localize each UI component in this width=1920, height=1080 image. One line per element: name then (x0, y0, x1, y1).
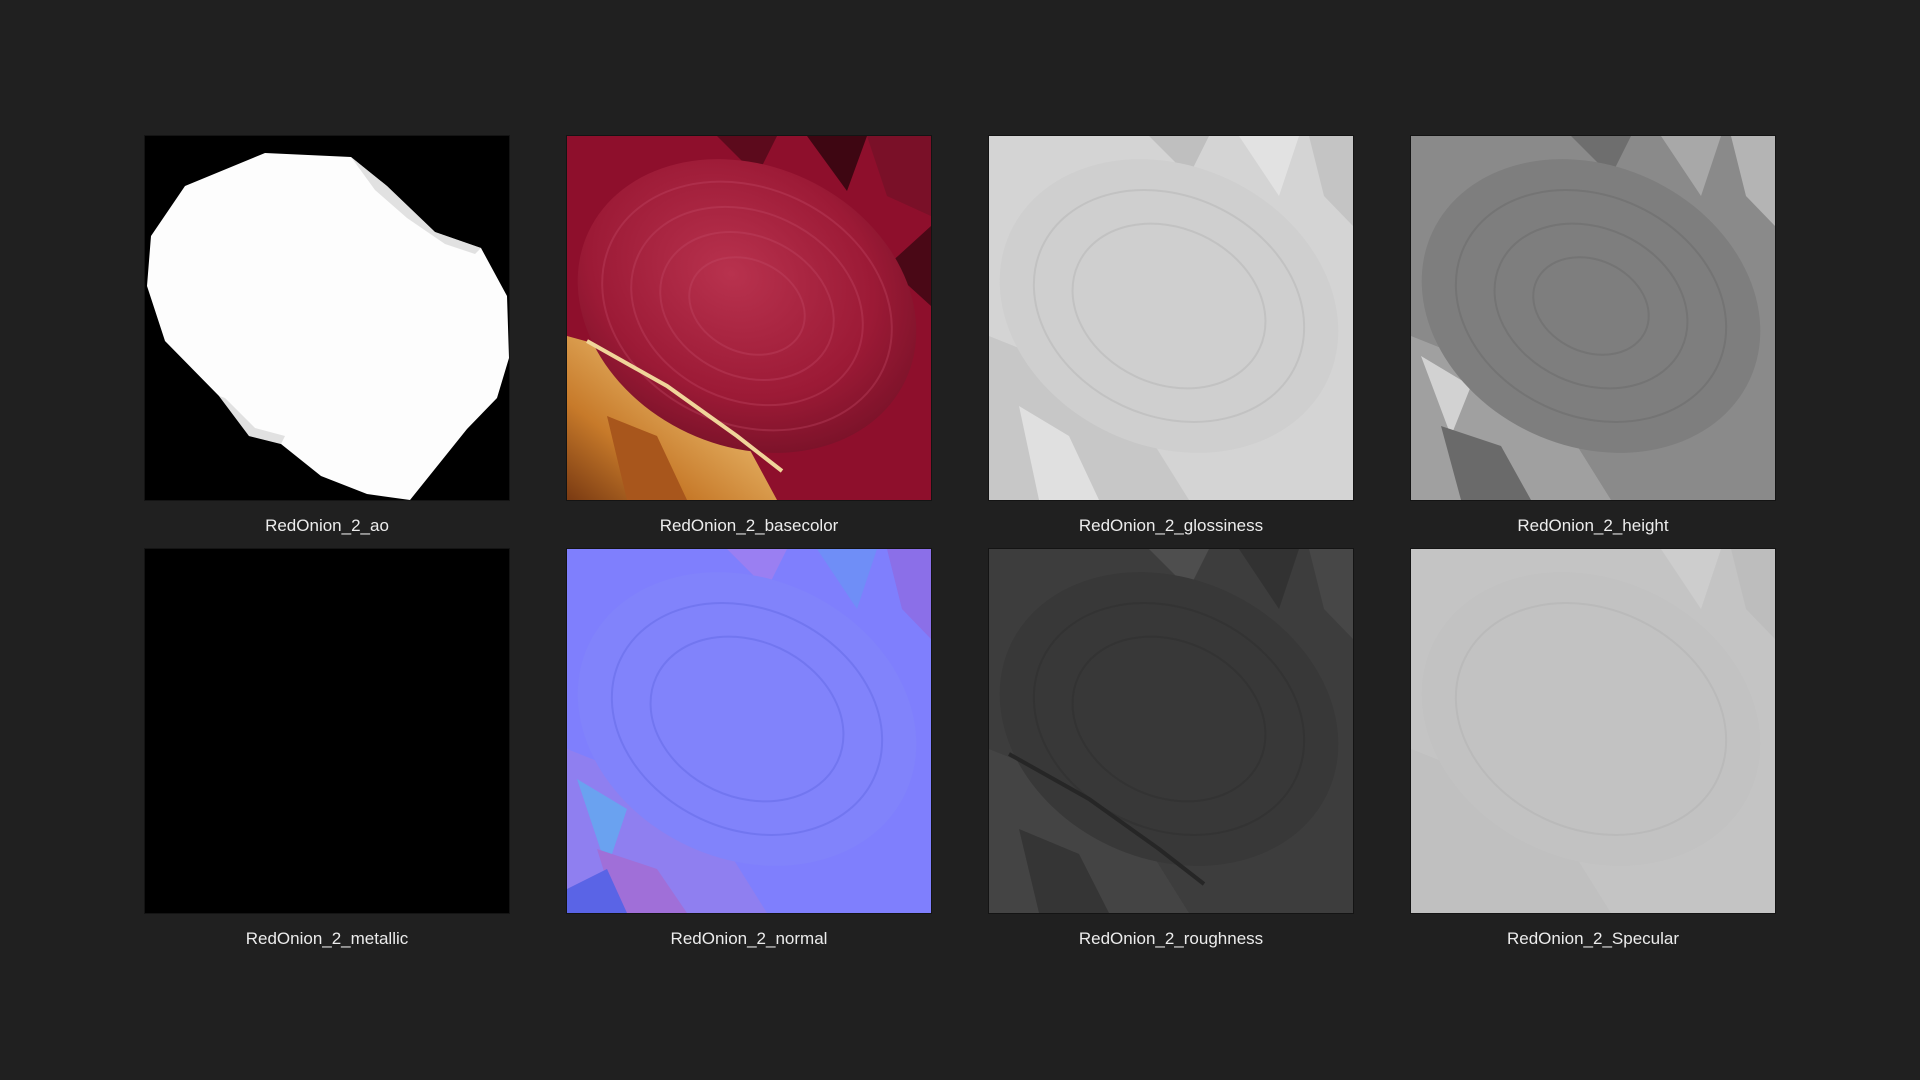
texture-label: RedOnion_2_normal (670, 929, 828, 948)
texture-label: RedOnion_2_glossiness (1078, 516, 1264, 535)
basecolor-map-thumbnail (567, 136, 931, 500)
texture-tile-roughness[interactable]: RedOnion_2_roughness (989, 549, 1353, 962)
ao-map-thumbnail (145, 136, 509, 500)
texture-label: RedOnion_2_height (1517, 516, 1669, 535)
texture-tile-height[interactable]: RedOnion_2_height (1411, 136, 1775, 549)
texture-label: RedOnion_2_basecolor (659, 516, 839, 535)
texture-label: RedOnion_2_roughness (1078, 929, 1264, 948)
texture-label: RedOnion_2_metallic (245, 929, 409, 948)
roughness-map-thumbnail (989, 549, 1353, 913)
texture-tile-glossiness[interactable]: RedOnion_2_glossiness (989, 136, 1353, 549)
texture-label: RedOnion_2_Specular (1506, 929, 1679, 948)
texture-tile-normal[interactable]: RedOnion_2_normal (567, 549, 931, 962)
metallic-map-thumbnail (145, 549, 509, 913)
texture-tile-basecolor[interactable]: RedOnion_2_basecolor (567, 136, 931, 549)
glossiness-map-thumbnail (989, 136, 1353, 500)
height-map-thumbnail (1411, 136, 1775, 500)
texture-label: RedOnion_2_ao (265, 516, 389, 535)
texture-thumbnail-grid: RedOnion_2_ao RedOnion_2_basecolor RedOn… (145, 136, 1775, 962)
normal-map-thumbnail (567, 549, 931, 913)
specular-map-thumbnail (1411, 549, 1775, 913)
texture-tile-ao[interactable]: RedOnion_2_ao (145, 136, 509, 549)
texture-tile-specular[interactable]: RedOnion_2_Specular (1411, 549, 1775, 962)
texture-tile-metallic[interactable]: RedOnion_2_metallic (145, 549, 509, 962)
